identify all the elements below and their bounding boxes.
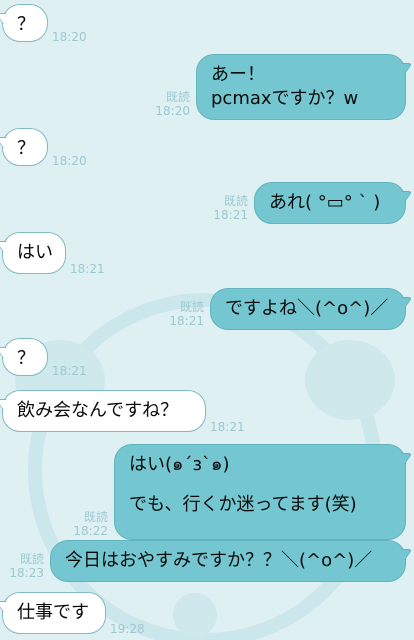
- message-row: 飲み会なんですね？ 18:21: [0, 390, 414, 434]
- message-row: ？ 18:20: [0, 4, 414, 44]
- bubble-tail: [394, 191, 413, 202]
- read-receipt: 既読: [165, 90, 190, 104]
- outgoing-message-bubble[interactable]: ですよね＼(^o^)／: [210, 288, 413, 330]
- message-text: ？: [17, 14, 35, 35]
- read-receipt: 既読: [83, 510, 108, 524]
- message-row: ？ 18:20: [0, 128, 414, 168]
- message-row: 今日はおやすみですか？？＼(^o^)／ 既読 18:23: [0, 540, 414, 582]
- message-text: 仕事です: [17, 602, 89, 623]
- incoming-message-bubble[interactable]: はい: [0, 232, 66, 274]
- timestamp: 19:28: [110, 622, 145, 636]
- bubble-tail: [394, 453, 413, 464]
- outgoing-message-bubble[interactable]: はい(๑´з`๑) でも、行くか迷ってます(笑): [114, 444, 413, 540]
- timestamp: 18:21: [70, 262, 105, 276]
- message-text: [129, 477, 391, 493]
- message-text: ですよね＼(^o^)／: [225, 298, 389, 319]
- message-row: ですよね＼(^o^)／ 既読 18:21: [0, 288, 414, 330]
- message-meta: 18:20: [52, 154, 87, 168]
- message-meta: 既読 18:22: [64, 510, 108, 538]
- message-row: はい(๑´з`๑) でも、行くか迷ってます(笑) 既読 18:22: [0, 444, 414, 540]
- incoming-message-bubble[interactable]: ？: [0, 4, 48, 42]
- timestamp: 18:21: [169, 314, 204, 328]
- incoming-message-bubble[interactable]: ？: [0, 338, 48, 376]
- timestamp: 18:20: [155, 104, 190, 118]
- message-row: はい 18:21: [0, 232, 414, 276]
- outgoing-message-bubble[interactable]: あれ( °▭° ` ): [254, 182, 413, 224]
- outgoing-message-bubble[interactable]: 今日はおやすみですか？？＼(^o^)／: [50, 540, 413, 582]
- message-text: はい(๑´з`๑): [129, 454, 230, 475]
- timestamp: 18:23: [9, 566, 44, 580]
- message-meta: 18:21: [70, 262, 105, 276]
- bubble-tail: [394, 63, 413, 74]
- bubble-tail: [394, 549, 413, 560]
- message-text: でも、行くか迷ってます(笑): [129, 494, 357, 515]
- outgoing-message-bubble[interactable]: あー！ pcmaxですか？w: [196, 54, 413, 120]
- message-text: 今日はおやすみですか？？＼(^o^)／: [65, 550, 373, 571]
- read-receipt: 既読: [179, 300, 204, 314]
- message-row: あれ( °▭° ` ) 既読 18:21: [0, 182, 414, 224]
- message-text: ？: [17, 138, 35, 159]
- timestamp: 18:20: [52, 30, 87, 44]
- message-meta: 既読 18:20: [146, 90, 190, 118]
- message-meta: 18:20: [52, 30, 87, 44]
- bubble-tail: [394, 297, 413, 308]
- message-text: あー！: [211, 64, 265, 85]
- message-meta: 既読 18:21: [160, 300, 204, 328]
- incoming-message-bubble[interactable]: ？: [0, 128, 48, 166]
- bubble-tail: [0, 601, 14, 612]
- timestamp: 18:21: [213, 208, 248, 222]
- message-meta: 18:21: [52, 364, 87, 378]
- bubble-tail: [0, 137, 14, 148]
- message-meta: 18:21: [210, 420, 245, 434]
- timestamp: 18:22: [73, 524, 108, 538]
- bubble-tail: [0, 13, 14, 24]
- message-meta: 既読 18:21: [204, 194, 248, 222]
- timestamp: 18:20: [52, 154, 87, 168]
- bubble-tail: [0, 399, 14, 410]
- timestamp: 18:21: [52, 364, 87, 378]
- timestamp: 18:21: [210, 420, 245, 434]
- message-row: あー！ pcmaxですか？w 既読 18:20: [0, 54, 414, 120]
- message-meta: 19:28: [110, 622, 145, 636]
- read-receipt: 既読: [19, 552, 44, 566]
- message-text: はい: [17, 242, 53, 263]
- message-text: pcmaxですか？w: [211, 88, 359, 109]
- incoming-message-bubble[interactable]: 仕事です: [0, 592, 106, 634]
- read-receipt: 既読: [223, 194, 248, 208]
- incoming-message-bubble[interactable]: 飲み会なんですね？: [0, 390, 206, 432]
- bubble-tail: [0, 347, 14, 358]
- message-meta: 既読 18:23: [0, 552, 44, 580]
- bubble-tail: [0, 241, 14, 252]
- message-row: ？ 18:21: [0, 338, 414, 378]
- message-text: 飲み会なんですね？: [17, 400, 179, 421]
- message-text: あれ( °▭° ` ): [269, 192, 381, 213]
- message-row: 仕事です 19:28: [0, 592, 414, 636]
- message-text: ？: [17, 348, 35, 369]
